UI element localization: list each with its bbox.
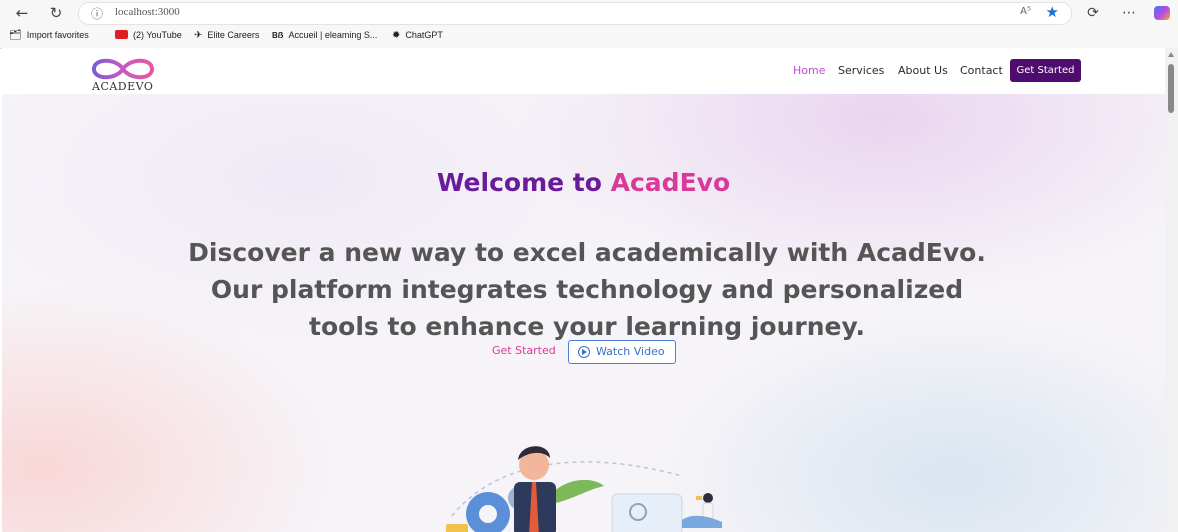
hero-title-prefix: Welcome to — [436, 168, 602, 197]
favorite-label: (2) YouTube — [133, 30, 182, 40]
watch-video-button[interactable]: Watch Video — [568, 340, 676, 364]
scroll-up-icon[interactable] — [1168, 52, 1174, 57]
more-icon[interactable]: ⋯ — [1119, 3, 1139, 23]
favorites-bar: 🗂 Import favorites (2) YouTube ✈ Elite Car… — [0, 28, 1178, 46]
elite-icon: ✈ — [194, 30, 203, 41]
browser-chrome: ← ↻ ⓘ localhost:3000 A⁵ ★ ⟳ ⋯ 🗂 Import fa… — [0, 0, 1178, 49]
nav-contact[interactable]: Contact — [960, 64, 1003, 77]
chatgpt-icon: ✹ — [392, 30, 401, 41]
favorite-label: ChatGPT — [405, 30, 443, 40]
nav-get-started-button[interactable]: Get Started — [1010, 59, 1081, 82]
hero-get-started-link[interactable]: Get Started — [492, 344, 556, 357]
site-info-icon[interactable]: ⓘ — [91, 5, 103, 22]
favorite-label: Accueil | eleaming S... — [288, 30, 378, 40]
import-icon: 🗂 — [9, 30, 22, 41]
play-circle-icon — [578, 346, 590, 358]
tagline-line: Discover a new way to excel academically… — [188, 238, 986, 267]
copilot-icon[interactable] — [1154, 6, 1170, 20]
reload-icon[interactable]: ↻ — [46, 3, 66, 23]
logo-text[interactable]: ACADEVO — [92, 80, 153, 93]
tagline-line: Our platform integrates technology and p… — [210, 275, 964, 304]
hero-illustration — [446, 446, 722, 532]
favorite-star-icon[interactable]: ★ — [1046, 3, 1059, 21]
site-header: ACADEVO Home Services About Us Contact G… — [2, 48, 1165, 94]
eleaming-icon: Bẞ — [272, 31, 284, 40]
favorite-youtube[interactable]: (2) YouTube — [115, 30, 182, 40]
nav-services[interactable]: Services — [838, 64, 884, 77]
hero-title: Welcome to AcadEvo — [2, 168, 1165, 197]
favorite-label: Import favorites — [26, 30, 89, 40]
favorite-import[interactable]: 🗂 Import favorites — [9, 30, 89, 41]
nav-home[interactable]: Home — [793, 64, 825, 77]
watch-video-label: Watch Video — [596, 345, 665, 358]
extensions-icon[interactable]: ⟳ — [1083, 3, 1103, 23]
favorite-elite-careers[interactable]: ✈ Elite Careers — [194, 30, 259, 41]
scrollbar-thumb[interactable] — [1168, 64, 1174, 113]
web-page: ACADEVO Home Services About Us Contact G… — [2, 48, 1165, 532]
favorite-chatgpt[interactable]: ✹ ChatGPT — [392, 30, 443, 41]
browser-toolbar: ← ↻ ⓘ localhost:3000 A⁵ ★ ⟳ ⋯ — [0, 0, 1178, 26]
read-aloud-icon[interactable]: A⁵ — [1020, 6, 1031, 17]
address-bar[interactable]: ⓘ localhost:3000 A⁵ ★ — [78, 2, 1072, 25]
nav-about-us[interactable]: About Us — [898, 64, 948, 77]
address-url[interactable]: localhost:3000 — [115, 6, 180, 18]
back-arrow-icon[interactable]: ← — [12, 3, 32, 23]
page-scrollbar[interactable] — [1165, 48, 1178, 532]
hero-tagline: Discover a new way to excel academically… — [162, 234, 1012, 345]
favorite-label: Elite Careers — [207, 30, 260, 40]
favorite-eleaming[interactable]: Bẞ Accueil | eleaming S... — [272, 30, 377, 40]
youtube-icon — [115, 30, 128, 39]
hero-title-brand: AcadEvo — [610, 168, 731, 197]
